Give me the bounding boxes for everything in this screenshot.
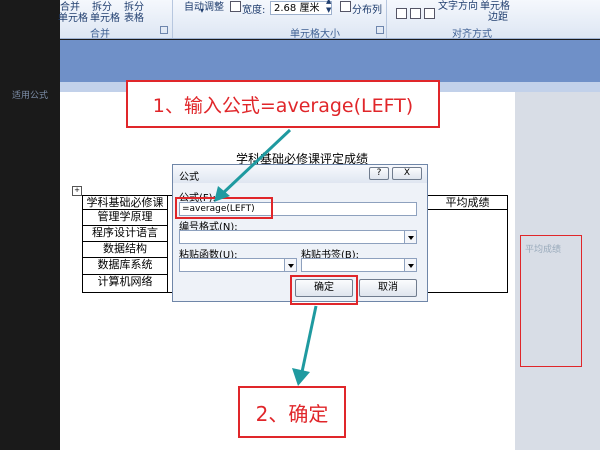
arrow-to-formula-icon bbox=[214, 128, 292, 202]
arrows-overlay bbox=[214, 128, 318, 386]
arrow-to-ok-icon bbox=[292, 305, 318, 386]
